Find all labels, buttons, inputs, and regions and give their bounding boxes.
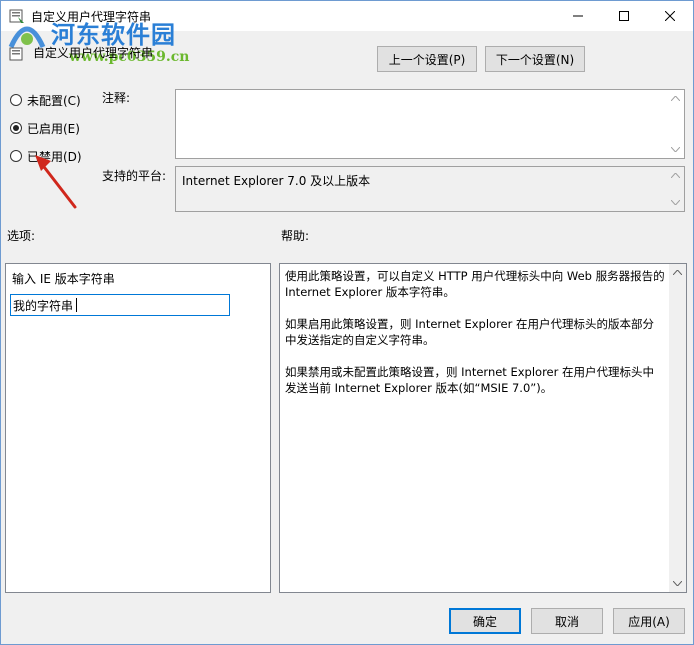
ie-version-string-input[interactable] (10, 294, 230, 316)
next-setting-button[interactable]: 下一个设置(N) (485, 46, 585, 72)
help-panel: 使用此策略设置，可以自定义 HTTP 用户代理标头中向 Web 服务器报告的 I… (279, 263, 687, 593)
close-button[interactable] (647, 1, 693, 31)
comment-label: 注释: (102, 91, 131, 105)
options-label: 选项: (7, 229, 36, 243)
text-cursor (76, 298, 77, 312)
policy-name: 自定义用户代理字符串 (33, 46, 154, 60)
radio-not-configured[interactable]: 未配置(C) (10, 91, 81, 109)
supported-platform-label: 支持的平台: (102, 169, 167, 183)
radio-button-circle[interactable] (10, 150, 22, 162)
maximize-button[interactable] (601, 1, 647, 31)
title-bar[interactable]: 自定义用户代理字符串 (1, 1, 693, 31)
radio-button-circle[interactable] (10, 94, 22, 106)
apply-button[interactable]: 应用(A) (613, 608, 685, 634)
scroll-thumb[interactable] (673, 282, 682, 574)
minimize-icon (573, 15, 583, 17)
radio-button-circle-selected[interactable] (10, 122, 22, 134)
scroll-up-arrow-icon[interactable] (667, 90, 684, 107)
help-text: 使用此策略设置，可以自定义 HTTP 用户代理标头中向 Web 服务器报告的 I… (285, 268, 665, 412)
comment-scrollbar[interactable] (667, 90, 684, 158)
radio-label: 已禁用(D) (27, 149, 82, 164)
cancel-button[interactable]: 取消 (531, 608, 603, 634)
previous-setting-button[interactable]: 上一个设置(P) (377, 46, 477, 72)
help-paragraph: 如果启用此策略设置，则 Internet Explorer 在用户代理标头的版本… (285, 317, 655, 347)
radio-label: 已启用(E) (27, 121, 80, 136)
minimize-button[interactable] (555, 1, 601, 31)
scroll-down-arrow-icon[interactable] (669, 575, 686, 592)
radio-selected-dot (13, 125, 19, 131)
policy-setting-icon (9, 47, 23, 61)
window-title: 自定义用户代理字符串 (31, 10, 152, 24)
radio-label: 未配置(C) (27, 93, 81, 108)
options-panel: 输入 IE 版本字符串 (5, 263, 271, 593)
scroll-down-arrow-icon[interactable] (667, 194, 684, 211)
help-paragraph: 使用此策略设置，可以自定义 HTTP 用户代理标头中向 Web 服务器报告的 I… (285, 269, 665, 299)
ie-version-field-label: 输入 IE 版本字符串 (12, 272, 115, 286)
help-label: 帮助: (281, 229, 310, 243)
close-icon (665, 11, 675, 21)
scroll-up-arrow-icon[interactable] (669, 264, 686, 281)
radio-disabled[interactable]: 已禁用(D) (10, 147, 82, 165)
scroll-up-arrow-icon[interactable] (667, 167, 684, 184)
help-paragraph: 如果禁用或未配置此策略设置，则 Internet Explorer 在用户代理标… (285, 365, 655, 395)
platform-scrollbar[interactable] (667, 167, 684, 211)
policy-dialog-window: 自定义用户代理字符串 河东软件园 www.pc0359.cn 自定义用户代理字符… (0, 0, 694, 645)
supported-platform-value: Internet Explorer 7.0 及以上版本 (182, 174, 371, 188)
supported-platform-box: Internet Explorer 7.0 及以上版本 (175, 166, 685, 212)
scroll-down-arrow-icon[interactable] (667, 141, 684, 158)
radio-enabled[interactable]: 已启用(E) (10, 119, 80, 137)
maximize-icon (619, 11, 629, 21)
policy-app-icon (9, 9, 24, 23)
help-scrollbar[interactable] (669, 264, 686, 592)
comment-textarea[interactable] (175, 89, 685, 159)
ok-button[interactable]: 确定 (449, 608, 521, 634)
